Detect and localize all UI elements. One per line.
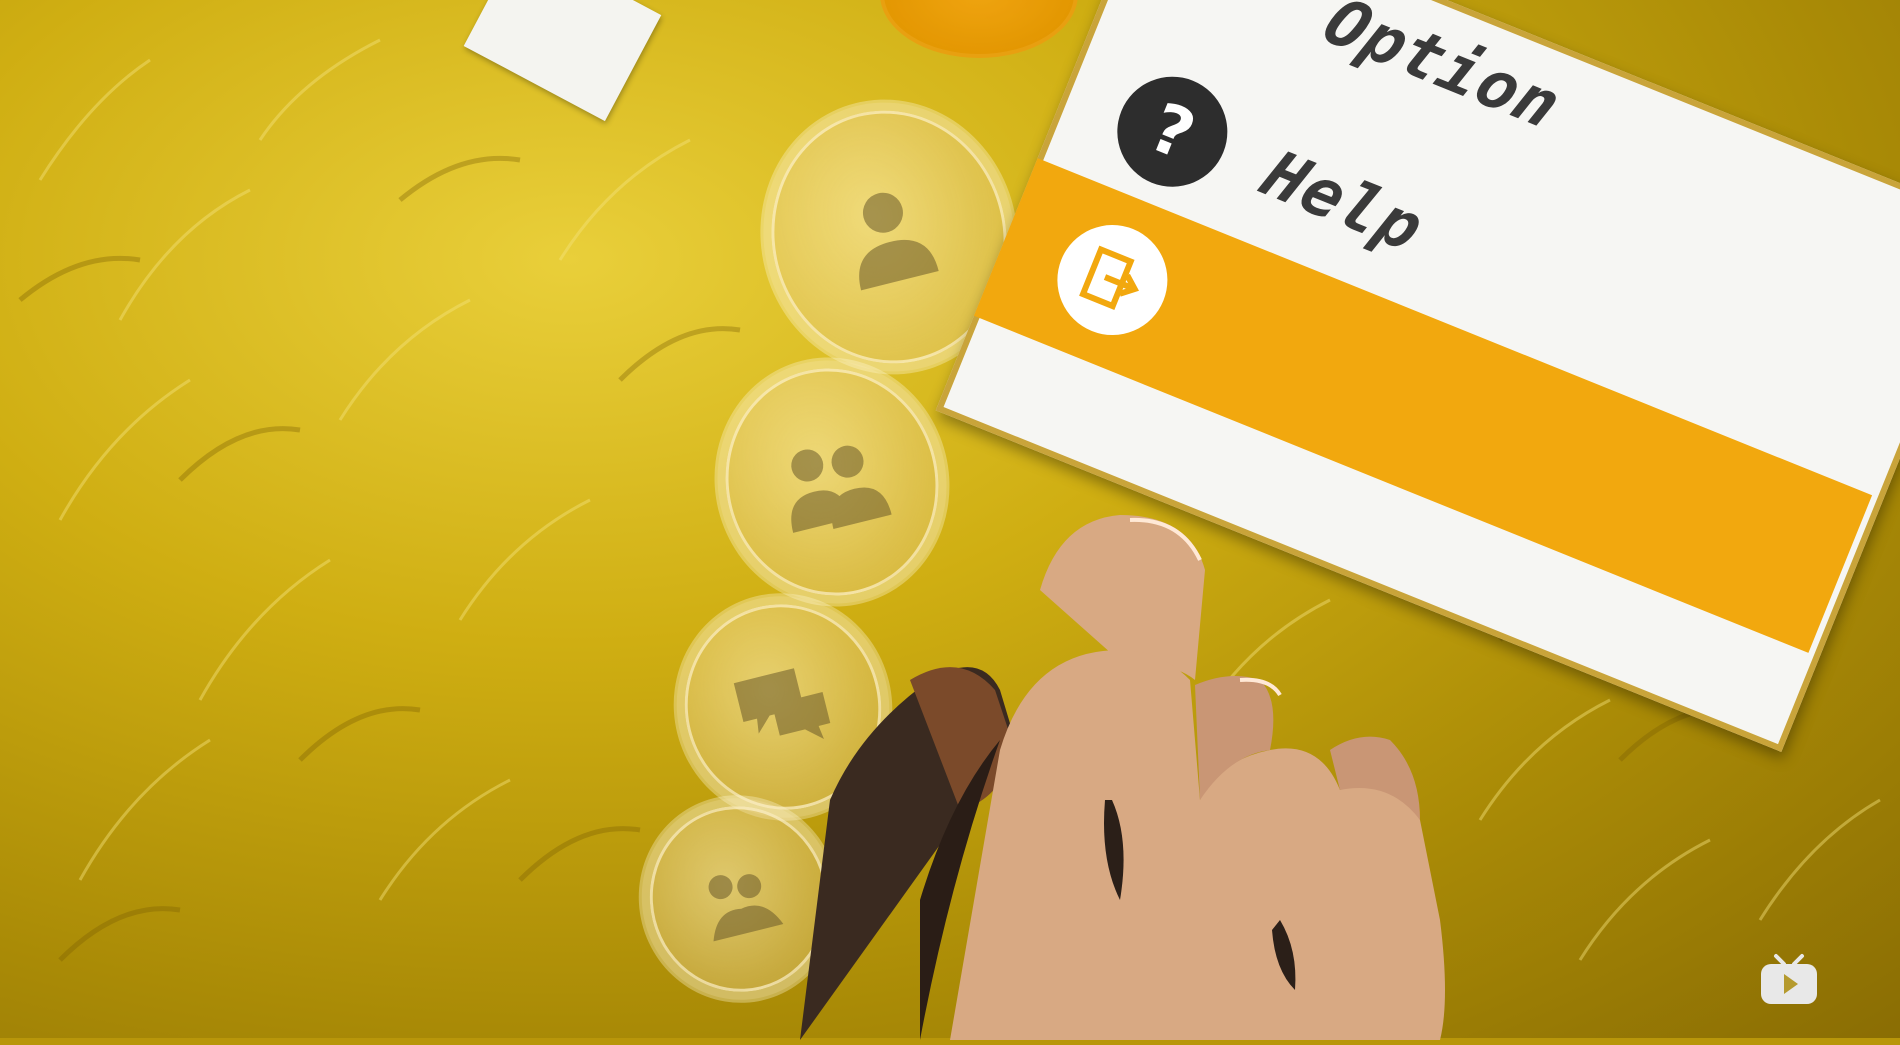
logout-icon (1040, 208, 1185, 352)
guild-icon (708, 874, 784, 942)
question-mark-icon: ? (1100, 60, 1244, 204)
person-icon (859, 192, 939, 291)
menu-item-label: Help (1249, 136, 1438, 266)
tv-icon (1758, 952, 1820, 1008)
question-mark-glyph: ? (1139, 87, 1206, 176)
player-hand (800, 500, 1500, 1040)
